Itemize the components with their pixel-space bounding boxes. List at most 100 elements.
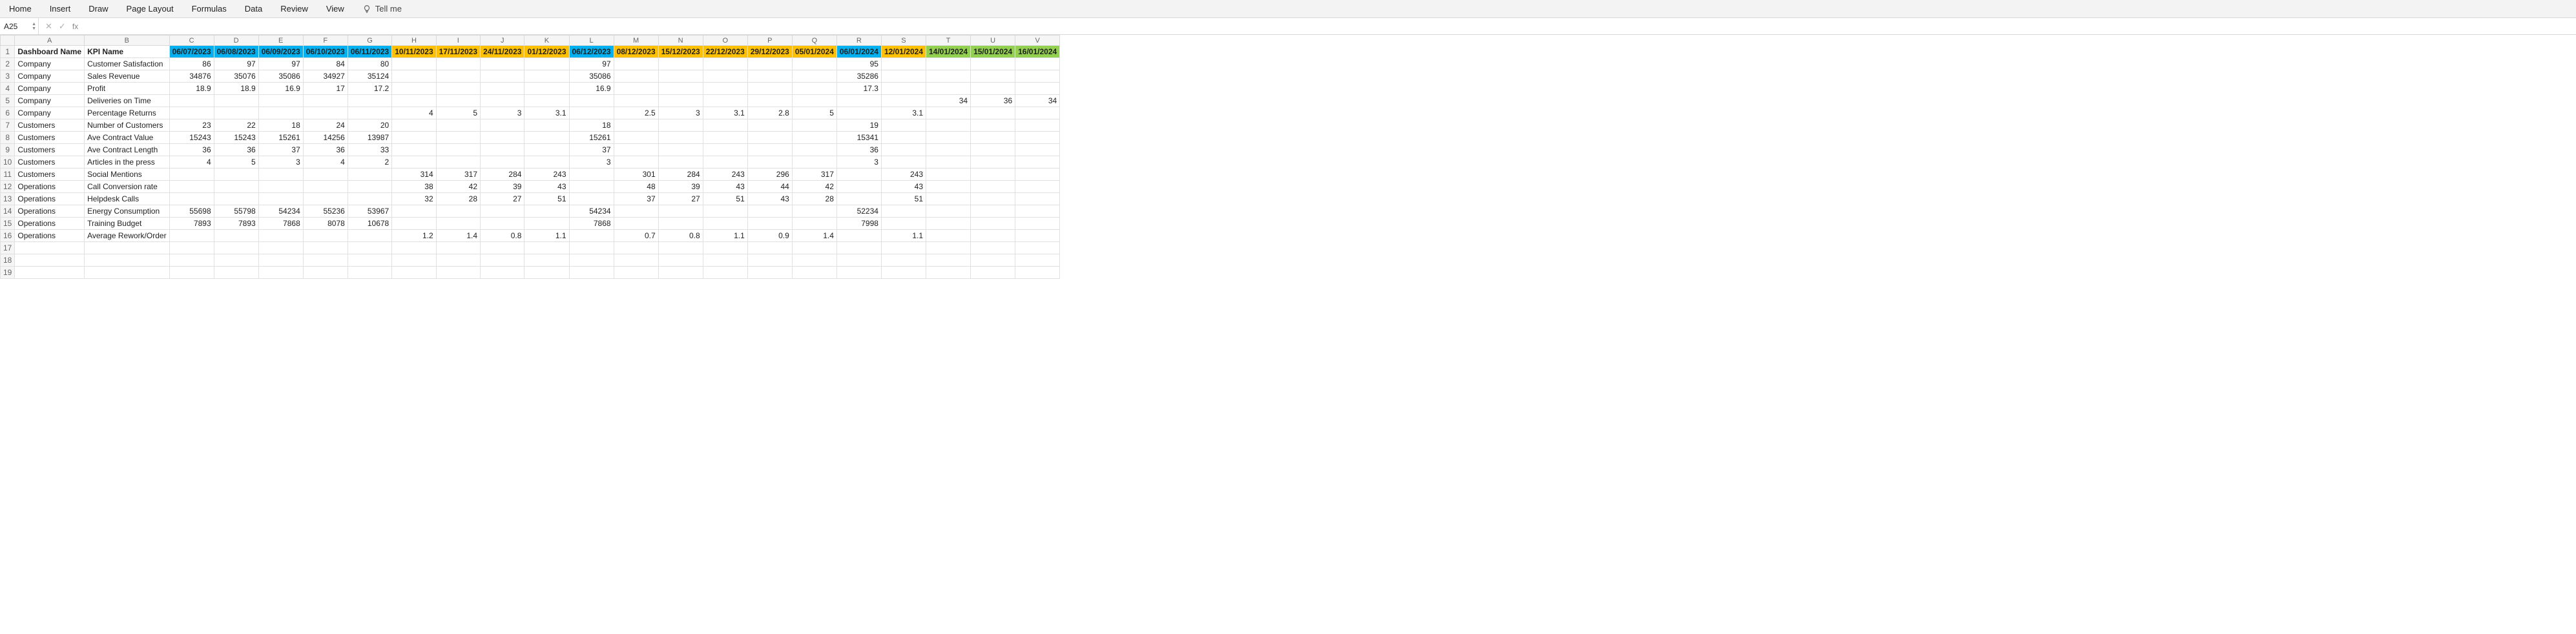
cell[interactable] <box>436 156 480 169</box>
cell[interactable] <box>658 70 703 83</box>
cell[interactable] <box>658 156 703 169</box>
cell[interactable] <box>747 95 792 107</box>
cell[interactable]: 4 <box>392 107 436 119</box>
cell[interactable] <box>658 132 703 144</box>
col-header-B[interactable]: B <box>85 36 170 46</box>
cell[interactable] <box>614 144 658 156</box>
cell[interactable]: 1.4 <box>436 230 480 242</box>
cell[interactable] <box>15 267 85 279</box>
cell[interactable]: Sales Revenue <box>85 70 170 83</box>
cell[interactable] <box>481 218 525 230</box>
cell[interactable] <box>169 169 214 181</box>
cell[interactable]: 5 <box>214 156 258 169</box>
cell[interactable]: 35286 <box>836 70 881 83</box>
cell[interactable]: 1.1 <box>881 230 926 242</box>
cell[interactable]: 80 <box>348 58 391 70</box>
cell[interactable]: 0.7 <box>614 230 658 242</box>
cell[interactable] <box>481 144 525 156</box>
cell[interactable] <box>392 119 436 132</box>
cell[interactable]: 35076 <box>214 70 258 83</box>
cell[interactable] <box>85 254 170 267</box>
col-header-V[interactable]: V <box>1015 36 1060 46</box>
cell[interactable]: 243 <box>525 169 569 181</box>
cell[interactable] <box>258 267 303 279</box>
cell[interactable] <box>169 230 214 242</box>
cell[interactable] <box>614 254 658 267</box>
cell[interactable] <box>792 254 836 267</box>
cell[interactable] <box>658 144 703 156</box>
cell[interactable] <box>747 254 792 267</box>
cell[interactable] <box>614 267 658 279</box>
row-header[interactable]: 13 <box>1 193 15 205</box>
cell[interactable]: 37 <box>614 193 658 205</box>
col-header-H[interactable]: H <box>392 36 436 46</box>
cell[interactable] <box>881 83 926 95</box>
cell[interactable] <box>348 254 391 267</box>
cell[interactable]: 3.1 <box>703 107 747 119</box>
formula-input[interactable] <box>87 18 2576 34</box>
col-header-R[interactable]: R <box>836 36 881 46</box>
cell[interactable]: 54234 <box>258 205 303 218</box>
cell[interactable]: 97 <box>569 58 614 70</box>
col-header-T[interactable]: T <box>926 36 971 46</box>
cell[interactable] <box>971 144 1015 156</box>
cell[interactable]: 35124 <box>348 70 391 83</box>
cell[interactable] <box>971 193 1015 205</box>
cell[interactable] <box>747 267 792 279</box>
cell[interactable] <box>303 107 348 119</box>
cell[interactable]: 35086 <box>258 70 303 83</box>
col-header-Q[interactable]: Q <box>792 36 836 46</box>
cell[interactable] <box>15 242 85 254</box>
ribbon-tab-insert[interactable]: Insert <box>50 4 71 14</box>
cell[interactable]: 16.9 <box>258 83 303 95</box>
cell[interactable]: 23 <box>169 119 214 132</box>
cell[interactable] <box>525 218 569 230</box>
cell[interactable] <box>303 242 348 254</box>
date-header-cell[interactable]: 06/09/2023 <box>258 46 303 58</box>
cell[interactable] <box>926 181 971 193</box>
cell[interactable] <box>658 58 703 70</box>
cell[interactable] <box>881 156 926 169</box>
cell[interactable] <box>481 267 525 279</box>
cell[interactable] <box>481 83 525 95</box>
cell[interactable] <box>926 205 971 218</box>
cell[interactable] <box>747 83 792 95</box>
cell[interactable] <box>881 58 926 70</box>
cell[interactable] <box>926 70 971 83</box>
cell[interactable] <box>792 205 836 218</box>
cell[interactable] <box>348 181 391 193</box>
cancel-icon[interactable]: ✕ <box>45 21 52 32</box>
cell[interactable]: 3 <box>481 107 525 119</box>
col-header-A[interactable]: A <box>15 36 85 46</box>
cell[interactable] <box>926 169 971 181</box>
cell[interactable] <box>703 144 747 156</box>
cell[interactable] <box>971 132 1015 144</box>
cell[interactable] <box>881 144 926 156</box>
cell[interactable] <box>881 218 926 230</box>
cell[interactable]: 18 <box>569 119 614 132</box>
cell[interactable] <box>792 267 836 279</box>
cell[interactable] <box>258 193 303 205</box>
cell[interactable]: 8078 <box>303 218 348 230</box>
cell[interactable] <box>569 230 614 242</box>
date-header-cell[interactable]: 15/12/2023 <box>658 46 703 58</box>
cell[interactable] <box>792 242 836 254</box>
cell[interactable]: 15261 <box>569 132 614 144</box>
cell[interactable] <box>348 169 391 181</box>
cell[interactable] <box>792 156 836 169</box>
cell[interactable] <box>303 193 348 205</box>
cell[interactable] <box>658 205 703 218</box>
cell[interactable] <box>525 254 569 267</box>
cell[interactable]: 3.1 <box>881 107 926 119</box>
ribbon-tab-home[interactable]: Home <box>9 4 32 14</box>
cell[interactable]: 4 <box>303 156 348 169</box>
cell[interactable]: 36 <box>214 144 258 156</box>
cell[interactable]: 34927 <box>303 70 348 83</box>
cell[interactable] <box>1015 169 1060 181</box>
cell[interactable] <box>481 205 525 218</box>
cell[interactable]: 317 <box>436 169 480 181</box>
cell[interactable] <box>747 58 792 70</box>
row-header[interactable]: 12 <box>1 181 15 193</box>
cell[interactable]: 0.8 <box>658 230 703 242</box>
cell[interactable]: 284 <box>481 169 525 181</box>
